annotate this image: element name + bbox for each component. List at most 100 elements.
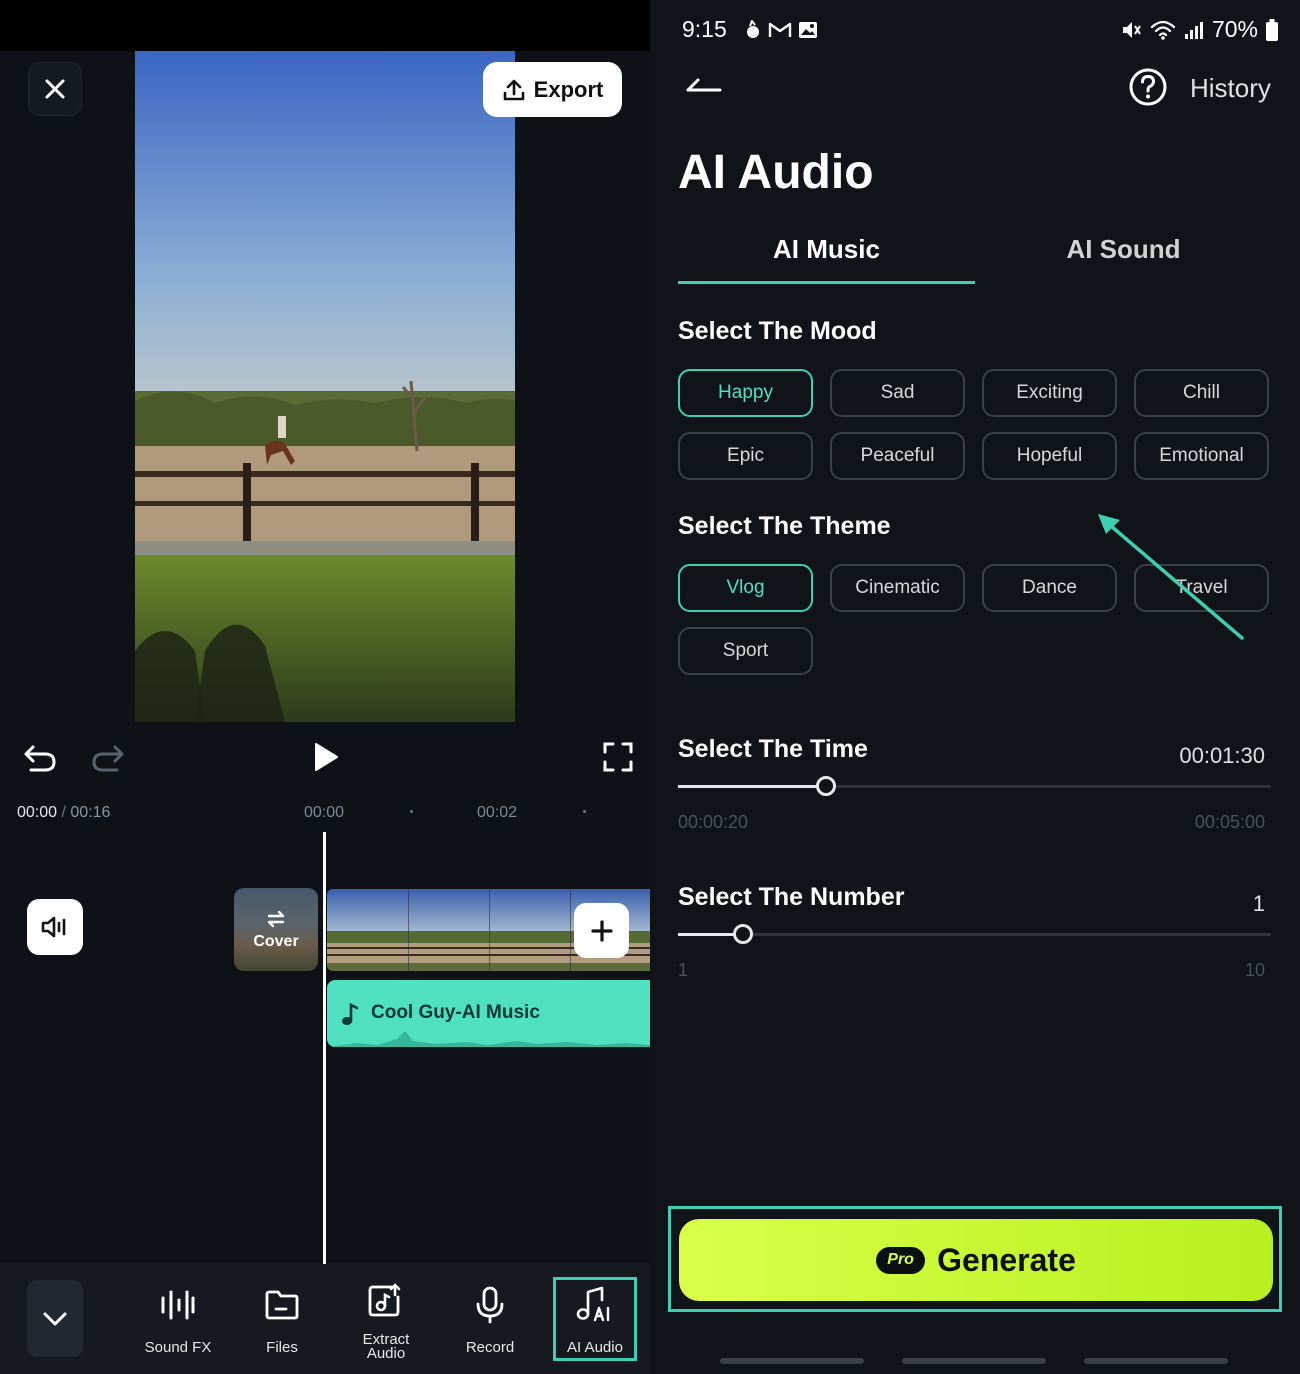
nav-item-ai-audio[interactable]: AI Audio [553,1277,637,1361]
timeline-tick-dot [410,810,413,813]
nav-item-extract-audio[interactable]: Extract Audio [344,1277,428,1361]
music-note-icon [342,1002,359,1025]
video-preview[interactable] [135,51,515,722]
timeline-tick-label: 00:00 [304,804,345,821]
mood-section-title: Select The Mood [678,317,877,345]
page-title: AI Audio [678,146,874,199]
plus-icon [590,919,613,942]
nav-label: Sound FX [144,1339,212,1356]
undo-button[interactable] [20,738,60,778]
undo-icon [24,745,56,772]
nav-item-record[interactable]: Record [448,1277,532,1361]
number-section-title: Select The Number [678,883,905,911]
signal-icon [1184,21,1203,39]
timecode: 00:00 / 00:16 [17,804,110,822]
timeline-tick-dot [583,810,586,813]
time-value: 00:01:30 [1179,743,1265,768]
number-max-label: 10 [1244,960,1265,980]
mood-chip-sad[interactable]: Sad [830,369,965,417]
mood-chip-exciting[interactable]: Exciting [982,369,1117,417]
ai-audio-icon [576,1286,610,1322]
back-button[interactable] [684,72,724,103]
close-icon [45,79,65,99]
time-slider-thumb[interactable] [816,776,837,796]
history-link[interactable]: History [1190,73,1271,104]
system-nav-bar [1084,1358,1228,1364]
mood-chip-epic[interactable]: Epic [678,432,813,480]
clip-volume-button[interactable] [27,899,83,955]
close-button[interactable] [28,62,82,116]
pro-badge: Pro [876,1246,926,1274]
cover-label: Cover [253,932,299,950]
nav-item-files[interactable]: Files [240,1277,324,1361]
timeline-playhead[interactable] [323,832,326,1264]
chevron-down-icon [43,1312,67,1325]
time-min-label: 00:00:20 [678,812,749,832]
generate-button[interactable]: Pro Generate [679,1219,1273,1301]
top-bar [0,0,650,51]
mood-chip-hopeful[interactable]: Hopeful [982,432,1117,480]
fullscreen-button[interactable] [598,737,638,777]
speaker-icon [41,916,66,938]
add-clip-button[interactable] [574,903,629,958]
gallery-icon [799,22,817,38]
annotation-arrow [1098,514,1244,640]
cover-button[interactable]: Cover [234,888,318,971]
nav-label: Files [266,1339,298,1356]
status-notification-icons [744,20,818,40]
sound-fx-icon [161,1290,195,1320]
mood-chip-chill[interactable]: Chill [1134,369,1269,417]
video-editor-panel: Export 00:00 / 00:16 00:00 00:02 Cover C… [0,0,650,1374]
battery-icon [1266,18,1278,41]
nav-item-sound-fx[interactable]: Sound FX [136,1277,220,1361]
music-track[interactable]: Cool Guy-AI Music [327,980,650,1047]
status-time: 9:15 [682,16,727,42]
time-separator: / [57,804,71,821]
battery-percent: 70% [1211,16,1258,42]
fullscreen-icon [603,742,633,772]
play-icon [315,743,338,771]
active-tab-indicator [678,281,975,284]
number-min-label: 1 [678,960,689,980]
microphone-icon [476,1286,504,1324]
upload-icon [503,79,524,100]
export-label: Export [533,76,604,102]
wifi-icon [1150,20,1176,40]
theme-chip-vlog[interactable]: Vlog [678,564,813,612]
play-button[interactable] [306,737,346,777]
mood-chip-emotional[interactable]: Emotional [1134,432,1269,480]
time-slider[interactable] [678,776,1271,796]
redo-button[interactable] [88,738,128,778]
audio-waveform [327,1031,650,1047]
video-frame-image [135,51,515,722]
ai-audio-panel: 9:15 70% History AI Audio AI Music AI So… [650,0,1300,1374]
gmail-icon [768,22,792,37]
music-track-label: Cool Guy-AI Music [371,1002,540,1023]
number-slider[interactable] [678,924,1271,944]
theme-chip-cinematic[interactable]: Cinematic [830,564,965,612]
bottom-toolbar: Sound FX Files Extract Audio Record AI A… [0,1263,650,1374]
mood-chip-happy[interactable]: Happy [678,369,813,417]
export-button[interactable]: Export [483,62,622,117]
nav-label: Record [465,1339,515,1356]
generate-label: Generate [937,1241,1076,1278]
time-section-title: Select The Time [678,735,868,763]
question-circle-icon [1129,68,1167,106]
help-button[interactable] [1128,67,1168,112]
redo-icon [92,745,124,772]
number-value: 1 [1252,891,1265,916]
tab-ai-sound[interactable]: AI Sound [975,234,1272,265]
mood-chip-peaceful[interactable]: Peaceful [830,432,965,480]
number-slider-thumb[interactable] [733,924,754,944]
time-total: 00:16 [70,804,111,821]
theme-section-title: Select The Theme [678,512,891,540]
mute-icon [1122,21,1141,38]
timeline-tick-label: 00:02 [477,804,518,821]
notification-icon [747,20,759,38]
nav-label: Extract Audio [362,1331,410,1362]
status-system-icons: 70% [1120,16,1278,43]
collapse-toolbar-button[interactable] [27,1280,83,1357]
theme-chip-sport[interactable]: Sport [678,627,813,675]
system-nav-bar [720,1358,864,1364]
tab-ai-music[interactable]: AI Music [678,234,975,265]
